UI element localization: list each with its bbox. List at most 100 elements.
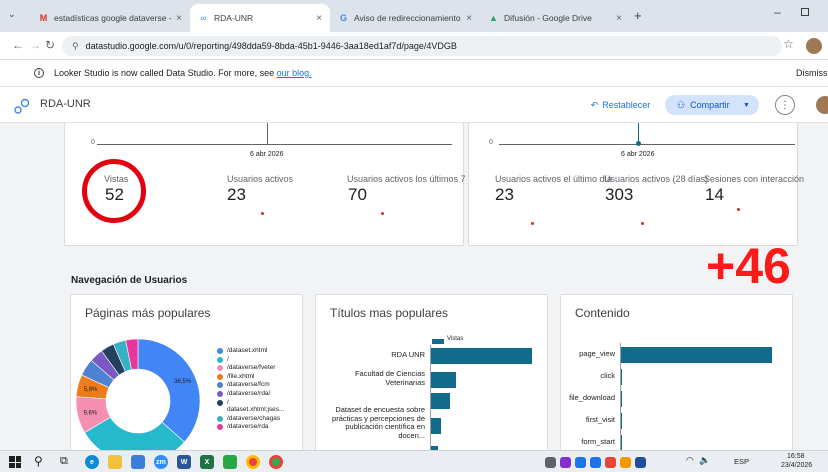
share-button[interactable]: ⚇ Compartir ▼ — [665, 95, 759, 115]
tray-app-icon[interactable] — [605, 457, 616, 468]
browser-tab-bar: ⌄ M estadísticas google dataverse - × ∞ … — [0, 0, 828, 32]
sparkline-dot — [737, 208, 740, 211]
bar[interactable] — [431, 418, 442, 434]
user-avatar[interactable] — [816, 96, 828, 114]
chrome-icon[interactable] — [246, 455, 260, 469]
tab-aviso[interactable]: G Aviso de redireccionamiento × — [330, 4, 480, 32]
tray-app-icon[interactable] — [545, 457, 556, 468]
profile-avatar[interactable] — [806, 38, 822, 54]
legend-item[interactable]: / dataset.xhtml;jses... — [217, 399, 284, 413]
wifi-icon[interactable]: ◠ — [686, 455, 694, 466]
windows-start-icon[interactable] — [9, 456, 21, 468]
reset-button[interactable]: ↶ Restablecer — [583, 95, 658, 115]
language-indicator[interactable]: ESP — [734, 457, 749, 466]
word-icon[interactable]: W — [177, 455, 191, 469]
bar[interactable] — [431, 393, 451, 409]
task-view-icon[interactable]: ⧉ — [60, 455, 68, 468]
minimize-icon[interactable]: – — [774, 5, 781, 19]
site-settings-icon[interactable]: ⚲ — [72, 41, 79, 52]
tab-title: Aviso de redireccionamiento — [354, 13, 461, 23]
tab-rda-unr[interactable]: ∞ RDA-UNR × — [190, 4, 330, 32]
popular-titles-card: Títulos mas populares Vistas RDA UNR Facu… — [315, 294, 548, 450]
highlight-circle — [82, 159, 146, 223]
legend-swatch — [217, 373, 223, 380]
timeline-point — [636, 141, 641, 146]
timeline-zero-tick: 0 — [91, 139, 95, 146]
legend-item[interactable]: / — [217, 356, 229, 363]
zoom-icon[interactable]: zm — [154, 455, 168, 469]
bar-category-label: RDA UNR — [391, 350, 425, 359]
tab-title: Difusión - Google Drive — [504, 13, 592, 23]
legend-item[interactable]: /dataset.xhtml — [217, 347, 267, 354]
timeline-date-label: 6 abr 2026 — [250, 151, 284, 158]
legend-item[interactable]: /file.xhtml — [217, 373, 254, 380]
legend-swatch — [217, 382, 223, 389]
tab-estadisticas[interactable]: M estadísticas google dataverse - × — [30, 4, 190, 32]
url-field[interactable]: ⚲ datastudio.google.com/u/0/reporting/49… — [62, 36, 782, 56]
tray-app-icon[interactable] — [635, 457, 646, 468]
legend-item[interactable]: /dataverse/rda — [217, 423, 269, 431]
legend-swatch — [217, 391, 223, 397]
legend-item[interactable]: /dataverse/chagas — [217, 415, 280, 422]
bar[interactable] — [621, 435, 622, 450]
increase-annotation: +46 — [706, 238, 791, 294]
banner-link[interactable]: our blog. — [277, 68, 312, 78]
maps-icon[interactable] — [223, 455, 237, 469]
chrome-profile-icon[interactable] — [269, 455, 283, 469]
tray-app-icon[interactable] — [560, 457, 571, 468]
legend-label: Vistas — [447, 336, 464, 342]
photos-icon[interactable] — [131, 455, 145, 469]
tray-app-icon[interactable] — [575, 457, 586, 468]
share-dropdown-icon[interactable]: ▼ — [743, 102, 750, 109]
legend-label: /dataverse/fcm — [227, 381, 270, 389]
close-tab-icon[interactable]: × — [616, 13, 622, 24]
edge-icon[interactable]: e — [85, 455, 99, 469]
file-explorer-icon[interactable] — [108, 455, 122, 469]
kpi-last-day-users-label: Usuarios activos el último día — [495, 174, 613, 184]
back-arrow-icon[interactable]: ← — [12, 38, 24, 52]
legend-item[interactable]: /dataverse/fveter — [217, 364, 275, 372]
tab-drive[interactable]: ▲ Difusión - Google Drive × — [480, 4, 630, 32]
close-tab-icon[interactable]: × — [316, 13, 322, 24]
kpi-7day-users-label: Usuarios activos los últimos 7 días — [347, 174, 486, 184]
close-tab-icon[interactable]: × — [176, 13, 182, 24]
new-tab-button[interactable]: + — [634, 8, 642, 23]
more-options-button[interactable]: ⋮ — [775, 95, 795, 115]
bar[interactable] — [621, 391, 622, 407]
bar[interactable] — [431, 372, 457, 388]
forward-arrow-icon[interactable]: → — [29, 38, 41, 52]
bar-category-label: Dataset de encuesta sobre prácticas y pe… — [332, 405, 425, 440]
kpi-active-users-label: Usuarios activos — [227, 174, 294, 184]
undo-icon: ↶ — [590, 99, 599, 110]
volume-icon[interactable]: 🔈 — [699, 455, 710, 466]
close-tab-icon[interactable]: × — [466, 13, 472, 24]
legend-swatch — [217, 424, 223, 431]
reload-icon[interactable]: ↻ — [45, 38, 55, 52]
clock-date[interactable]: 23/4/2026 — [781, 462, 812, 469]
bookmark-star-icon[interactable]: ☆ — [783, 37, 794, 51]
sparkline-dot — [381, 212, 384, 215]
banner-text: Looker Studio is now called Data Studio.… — [54, 68, 277, 78]
donut-slice-label: 9,6% — [83, 410, 97, 416]
legend-label: / — [227, 355, 229, 363]
timeline-date-label: 6 abr 2026 — [621, 151, 655, 158]
bar[interactable] — [621, 413, 622, 429]
address-bar: ← → ↻ ⚲ datastudio.google.com/u/0/report… — [0, 32, 828, 60]
legend-item[interactable]: /dataverse/rda/ — [217, 390, 270, 397]
excel-icon[interactable]: X — [200, 455, 214, 469]
dismiss-button[interactable]: Dismiss — [796, 68, 828, 78]
tray-app-icon[interactable] — [590, 457, 601, 468]
tray-app-icon[interactable] — [620, 457, 631, 468]
restore-icon[interactable] — [801, 8, 809, 16]
clock-time[interactable]: 16:58 — [787, 453, 805, 460]
legend-item[interactable]: /dataverse/fcm — [217, 381, 270, 389]
kpi-sessions-label: Sesiones con interacción — [704, 174, 805, 184]
donut-slice[interactable] — [137, 338, 201, 443]
google-drive-icon: ▲ — [489, 13, 498, 23]
bar[interactable] — [621, 369, 622, 385]
tab-search-chevron-icon[interactable]: ⌄ — [8, 9, 16, 20]
bar[interactable] — [621, 347, 773, 363]
sparkline-dot — [531, 222, 534, 225]
search-icon[interactable]: ⚲ — [34, 454, 43, 468]
bar[interactable] — [431, 348, 532, 364]
